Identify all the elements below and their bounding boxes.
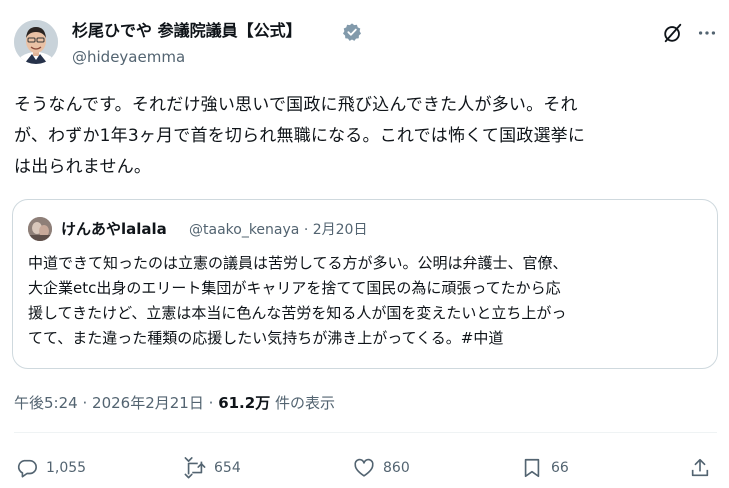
quoted-separator: ·: [303, 222, 309, 238]
author-handle[interactable]: @hideyaemma: [72, 47, 185, 67]
quoted-tweet[interactable]: けんあやlalala @taako_kenaya · 2月20日 中道できて知っ…: [12, 199, 718, 369]
divider: [14, 432, 717, 433]
views-label: 件の表示: [274, 394, 335, 412]
heart-icon: [354, 458, 374, 477]
quoted-author-avatar[interactable]: [28, 217, 52, 241]
reply-icon: [17, 459, 37, 478]
verified-badge-icon: [343, 23, 361, 41]
quoted-meta: @taako_kenaya · 2月20日: [189, 219, 367, 241]
repost-button[interactable]: 654: [184, 455, 241, 481]
quoted-text-line: てて、また違った種類の応援したい気持ちが沸き上がってくる。#中道: [28, 329, 504, 347]
share-button[interactable]: [689, 455, 711, 481]
bookmark-count: 66: [551, 460, 569, 476]
grok-icon[interactable]: [662, 22, 684, 44]
post-text-line: が、わずか1年3ヶ月で首を切られ無職になる。これでは怖くて国政選挙に: [14, 126, 586, 146]
quoted-date[interactable]: 2月20日: [313, 222, 368, 238]
like-count: 860: [383, 460, 410, 476]
repost-icon: [184, 457, 206, 479]
quoted-text: 中道できて知ったのは立憲の議員は苦労してる方が多い。公明は弁護士、官僚、 大企業…: [28, 251, 708, 351]
quoted-text-line: 中道できて知ったのは立憲の議員は苦労してる方が多い。公明は弁護士、官僚、: [28, 254, 568, 272]
views-count: 61.2万: [218, 394, 271, 412]
quoted-text-line: 大企業etc出身のエリート集団がキャリアを捨てて国民の為に頑張ってたから応: [28, 279, 561, 297]
bookmark-button[interactable]: 66: [521, 455, 569, 481]
post-date[interactable]: 2026年2月21日: [92, 394, 204, 412]
post-text: そうなんです。それだけ強い思いで国政に飛び込んできた人が多い。それ が、わずか1…: [14, 90, 720, 183]
like-button[interactable]: 860: [353, 455, 410, 481]
author-name[interactable]: 杉尾ひでや 参議院議員【公式】: [72, 20, 302, 42]
share-icon: [691, 458, 709, 477]
post-time[interactable]: 午後5:24: [14, 394, 78, 412]
repost-count: 654: [214, 460, 241, 476]
post-text-line: は出られません。: [14, 157, 152, 177]
reply-button[interactable]: 1,055: [16, 455, 86, 481]
bookmark-icon: [524, 458, 540, 478]
author-avatar[interactable]: [14, 20, 58, 64]
quoted-text-line: 援してきたけど、立憲は本当に色んな苦労を知る人が国を変えたいと立ち上がっ: [28, 304, 567, 322]
quoted-author-handle[interactable]: @taako_kenaya: [189, 222, 299, 238]
tweet: 杉尾ひでや 参議院議員【公式】 @hideyaemma そうなんです。それだけ強…: [0, 0, 729, 488]
meta-separator: ·: [208, 394, 214, 412]
post-text-line: そうなんです。それだけ強い思いで国政に飛び込んできた人が多い。それ: [14, 95, 578, 115]
post-meta: 午後5:24 · 2026年2月21日 · 61.2万 件の表示: [14, 392, 335, 414]
reply-count: 1,055: [46, 460, 87, 476]
quoted-author-name[interactable]: けんあやlalala: [61, 218, 167, 240]
more-icon[interactable]: [696, 22, 718, 44]
meta-separator: ·: [82, 394, 88, 412]
